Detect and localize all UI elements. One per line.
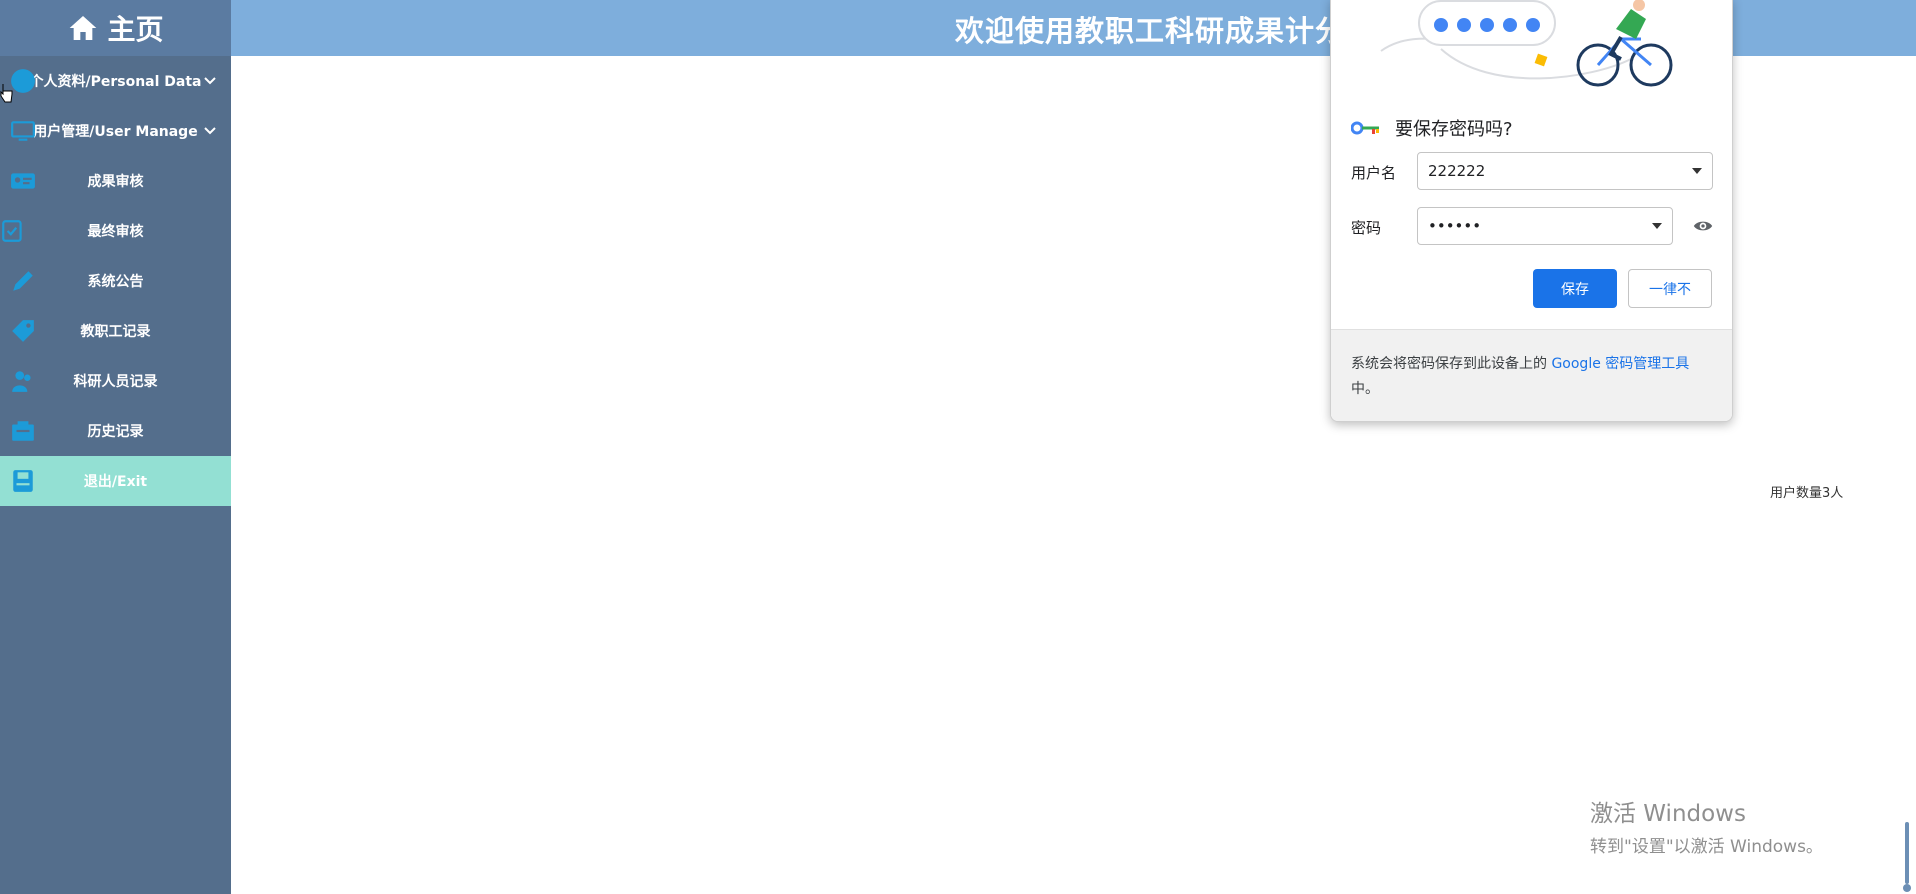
chevron-down-icon [204, 77, 216, 85]
sidebar-item-label: 系统公告 [87, 274, 144, 290]
password-value: •••••• [1428, 217, 1482, 235]
sidebar-item-label: 最终审核 [87, 224, 144, 240]
tag-icon [12, 320, 34, 342]
save-password-dialog: 要保存密码吗? 用户名 222222 密码 •••••• 保存 一律不 系统会将… [1330, 0, 1733, 422]
watermark-line2: 转到"设置"以激活 Windows。 [1590, 837, 1823, 857]
sidebar-item-result-review[interactable]: 成果审核 [0, 156, 231, 206]
floppy-icon [13, 470, 33, 492]
sidebar-item-label: 个人资料/Personal Data [29, 74, 202, 90]
sidebar-item-label: 退出/Exit [83, 474, 148, 490]
dialog-title: 要保存密码吗? [1395, 119, 1513, 140]
dialog-title-row: 要保存密码吗? [1351, 113, 1513, 143]
thermometer-icon [1903, 822, 1911, 892]
home-label: 主页 [107, 13, 164, 46]
key-icon [1351, 121, 1379, 135]
windows-activation-watermark: 激活 Windows 转到"设置"以激活 Windows。 [1590, 794, 1823, 857]
sidebar-item-exit[interactable]: 退出/Exit [0, 456, 231, 506]
watermark-line1: 激活 Windows [1590, 801, 1746, 827]
username-field[interactable]: 222222 [1417, 152, 1713, 190]
sidebar-item-label: 用户管理/User Manage [33, 124, 198, 140]
password-label: 密码 [1351, 219, 1382, 237]
sidebar-item-label: 历史记录 [87, 424, 144, 440]
home-button[interactable]: 主页 [0, 0, 231, 56]
sidebar-item-researcher-records[interactable]: 科研人员记录 [0, 356, 231, 406]
password-manager-link[interactable]: Google 密码管理工具 [1551, 356, 1689, 372]
home-icon [70, 16, 97, 40]
never-button[interactable]: 一律不 [1628, 269, 1712, 308]
page-title: 欢迎使用教职工科研成果计分 [955, 14, 1346, 48]
check-doc-icon [2, 220, 22, 242]
id-card-icon [11, 173, 35, 189]
save-button[interactable]: 保存 [1533, 269, 1617, 308]
people-icon [12, 371, 31, 392]
chevron-down-icon [204, 127, 216, 135]
footer-suffix: 中。 [1351, 381, 1379, 397]
monitor-icon [11, 121, 35, 141]
sidebar-item-history[interactable]: 历史记录 [0, 406, 231, 456]
password-illustration-icon [1380, 0, 1673, 87]
footer-text: 系统会将密码保存到此设备上的 [1351, 356, 1547, 372]
hand-cursor-icon [0, 84, 13, 103]
sidebar-item-label: 教职工记录 [80, 324, 151, 340]
eye-icon[interactable] [1693, 216, 1713, 236]
sidebar-item-staff-records[interactable]: 教职工记录 [0, 306, 231, 356]
sidebar-item-final-review[interactable]: 最终审核 [0, 206, 231, 256]
username-value: 222222 [1428, 162, 1486, 180]
username-label: 用户名 [1351, 164, 1397, 182]
caret-down-icon [1652, 223, 1662, 229]
folder-icon [12, 421, 34, 441]
sidebar-item-label: 科研人员记录 [73, 374, 158, 390]
edit-pen-icon [13, 271, 33, 291]
sidebar-item-user-manage[interactable]: 用户管理/User Manage [0, 106, 231, 156]
sidebar-item-personal-data[interactable]: 个人资料/Personal Data [0, 56, 231, 106]
dialog-footer: 系统会将密码保存到此设备上的 Google 密码管理工具中。 [1331, 329, 1732, 421]
caret-down-icon [1692, 168, 1702, 174]
password-field[interactable]: •••••• [1417, 207, 1673, 245]
user-count-text: 用户数量3人 [1770, 486, 1844, 501]
sidebar: 个人资料/Personal Data 用户管理/User Manage 成果审核… [0, 56, 231, 894]
sidebar-item-announcement[interactable]: 系统公告 [0, 256, 231, 306]
sidebar-item-label: 成果审核 [87, 174, 144, 190]
